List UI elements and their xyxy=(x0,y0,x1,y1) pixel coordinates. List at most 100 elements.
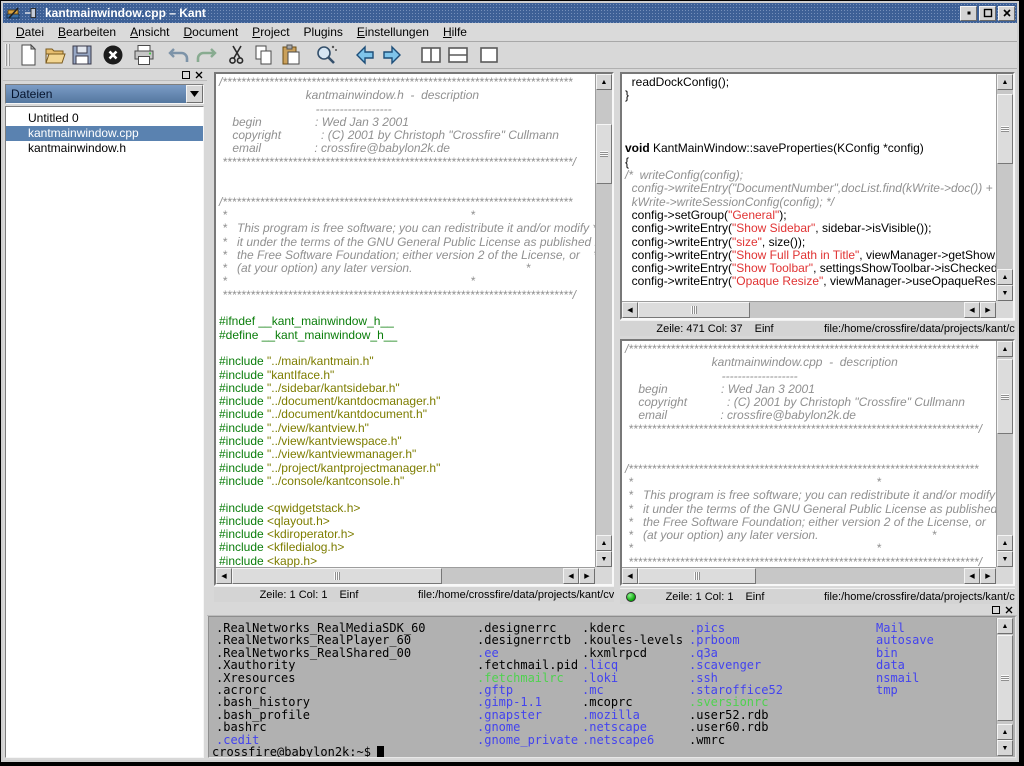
scroll-left-button[interactable]: ◀ xyxy=(964,568,980,584)
scrollbar-thumb[interactable] xyxy=(638,302,750,318)
back-button[interactable] xyxy=(351,42,378,68)
code-line: begin : Wed Jan 3 2001 xyxy=(219,116,595,129)
scrollbar-thumb[interactable] xyxy=(997,359,1013,434)
terminal-content[interactable]: crossfire@babylon2k:~$ .RealNetworks_Rea… xyxy=(212,617,993,757)
forward-button[interactable] xyxy=(378,42,405,68)
copy-button[interactable] xyxy=(250,42,277,68)
editor-center-code[interactable]: /***************************************… xyxy=(216,74,595,567)
cut-button[interactable] xyxy=(223,42,250,68)
split-vertical-button[interactable] xyxy=(417,42,444,68)
editor-center-column: /***************************************… xyxy=(214,69,614,604)
file-list-item[interactable]: Untitled 0 xyxy=(6,111,203,126)
code-line: #include "../console/kantconsole.h" xyxy=(219,475,595,488)
file-list[interactable]: Untitled 0kantmainwindow.cppkantmainwind… xyxy=(5,106,204,758)
scrollbar-thumb[interactable] xyxy=(638,568,756,584)
paste-button[interactable] xyxy=(277,42,304,68)
scroll-left-button[interactable]: ◀ xyxy=(563,568,579,584)
dock-float-button[interactable] xyxy=(181,70,191,80)
dock-close-button[interactable] xyxy=(194,70,204,80)
split-horizontal-button[interactable] xyxy=(444,42,471,68)
scroll-right-button[interactable]: ▶ xyxy=(579,568,595,584)
code-line: * the Free Software Foundation; either v… xyxy=(219,249,595,262)
scroll-up-button[interactable]: ▲ xyxy=(997,618,1013,634)
menu-item-plugins[interactable]: Plugins xyxy=(297,24,350,40)
editor-center[interactable]: /***************************************… xyxy=(214,72,614,586)
editor-right-bottom-hscrollbar[interactable]: ◀◀▶ xyxy=(622,567,996,584)
scroll-left-button[interactable]: ◀ xyxy=(622,568,638,584)
editor-right-top-statusbar: Zeile: 471 Col: 37 Einf file:/home/cross… xyxy=(620,320,1015,336)
editor-right-bottom-code[interactable]: /***************************************… xyxy=(622,341,996,567)
scroll-down-button[interactable]: ▼ xyxy=(997,740,1013,756)
scroll-up-button[interactable]: ▲ xyxy=(997,74,1013,90)
menu-item-document[interactable]: Document xyxy=(176,24,245,40)
find-button[interactable] xyxy=(312,42,339,68)
scroll-up-button[interactable]: ▲ xyxy=(997,535,1013,551)
scroll-left-button[interactable]: ◀ xyxy=(964,302,980,318)
scrollbar-thumb[interactable] xyxy=(997,94,1013,164)
menu-item-einstellungen[interactable]: Einstellungen xyxy=(350,24,436,40)
scroll-down-button[interactable]: ▼ xyxy=(997,285,1013,301)
scroll-left-button[interactable]: ◀ xyxy=(622,302,638,318)
titlebar[interactable]: kantmainwindow.cpp – Kant xyxy=(3,3,1017,23)
file-list-item[interactable]: kantmainwindow.h xyxy=(6,141,203,156)
code-line xyxy=(625,129,996,142)
scrollbar-thumb[interactable] xyxy=(596,124,612,184)
maximize-button[interactable] xyxy=(979,6,996,21)
editor-right-top[interactable]: readDockConfig();} void KantMainWindow::… xyxy=(620,72,1015,320)
scroll-up-button[interactable]: ▲ xyxy=(997,341,1013,357)
dock-close-button[interactable] xyxy=(1004,605,1014,615)
code-line: ****************************************… xyxy=(625,423,996,436)
scroll-right-button[interactable]: ▶ xyxy=(980,568,996,584)
code-line: #include "kantIface.h" xyxy=(219,369,595,382)
terminal-dock-header[interactable] xyxy=(207,604,1017,616)
scroll-up-button[interactable]: ▲ xyxy=(997,269,1013,285)
splitter-sidebar-editor[interactable] xyxy=(207,69,213,604)
scrollbar-thumb[interactable] xyxy=(997,635,1013,721)
editor-right-top-hscrollbar[interactable]: ◀◀▶ xyxy=(622,301,996,318)
save-document-button[interactable] xyxy=(68,42,95,68)
editor-right-top-code[interactable]: readDockConfig();} void KantMainWindow::… xyxy=(622,74,996,301)
print-button[interactable] xyxy=(130,42,157,68)
menu-item-bearbeiten[interactable]: Bearbeiten xyxy=(51,24,123,40)
undo-button[interactable] xyxy=(165,42,192,68)
menu-item-project[interactable]: Project xyxy=(245,24,296,40)
scroll-up-button[interactable]: ▲ xyxy=(997,724,1013,740)
editor-right-bottom[interactable]: /***************************************… xyxy=(620,339,1015,586)
editor-right-bottom-vscrollbar[interactable]: ▲▲▼ xyxy=(996,341,1013,567)
code-line: email : crossfire@babylon2k.de xyxy=(219,142,595,155)
scroll-right-button[interactable]: ▶ xyxy=(980,302,996,318)
terminal-vscrollbar[interactable]: ▲▲▼ xyxy=(996,618,1013,756)
dock-float-button[interactable] xyxy=(991,605,1001,615)
menu-item-datei[interactable]: Datei xyxy=(9,24,51,40)
file-list-item[interactable]: kantmainwindow.cpp xyxy=(6,126,203,141)
editor-center-hscrollbar[interactable]: ◀◀▶ xyxy=(216,567,595,584)
menu-item-ansicht[interactable]: Ansicht xyxy=(123,24,176,40)
scroll-up-button[interactable]: ▲ xyxy=(596,535,612,551)
close-button[interactable] xyxy=(998,6,1015,21)
code-line: config->writeEntry("size", size()); xyxy=(625,236,996,249)
new-document-button[interactable] xyxy=(14,42,41,68)
chevron-down-icon[interactable] xyxy=(186,85,203,103)
toolbar-handle[interactable] xyxy=(5,44,10,66)
sidebar-selector-combobox[interactable]: Dateien xyxy=(5,84,204,104)
editor-right-top-vscrollbar[interactable]: ▲▲▼ xyxy=(996,74,1013,301)
window-title: kantmainwindow.cpp – Kant xyxy=(45,6,958,20)
open-document-button[interactable] xyxy=(41,42,68,68)
terminal[interactable]: crossfire@babylon2k:~$ .RealNetworks_Rea… xyxy=(208,616,1016,758)
close-current-view-button[interactable] xyxy=(475,42,502,68)
scroll-down-button[interactable]: ▼ xyxy=(997,551,1013,567)
scroll-left-button[interactable]: ◀ xyxy=(216,568,232,584)
minimize-button[interactable] xyxy=(960,6,977,21)
sidebar-dock-header[interactable] xyxy=(3,69,207,81)
terminal-entry: .netscape6 xyxy=(582,733,654,747)
code-line: /***************************************… xyxy=(219,196,595,209)
scrollbar-thumb[interactable] xyxy=(232,568,442,584)
editor-center-statusbar: Zeile: 1 Col: 1 Einf file:/home/crossfir… xyxy=(214,586,614,602)
scroll-down-button[interactable]: ▼ xyxy=(596,551,612,567)
sticky-pin-icon[interactable] xyxy=(23,5,39,21)
editor-center-vscrollbar[interactable]: ▲▲▼ xyxy=(595,74,612,567)
redo-button[interactable] xyxy=(192,42,219,68)
close-document-button[interactable] xyxy=(99,42,126,68)
scroll-up-button[interactable]: ▲ xyxy=(596,74,612,90)
menu-item-hilfe[interactable]: Hilfe xyxy=(436,24,474,40)
